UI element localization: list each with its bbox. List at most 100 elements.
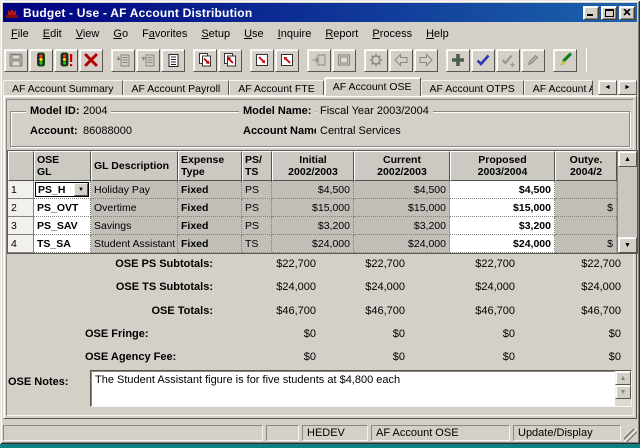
cell-proposed-input[interactable]: $15,000	[450, 199, 555, 217]
row-header: 4	[8, 235, 34, 253]
totals-value: $46,700	[415, 305, 515, 317]
arrow-down-icon: ▼	[624, 242, 631, 249]
menu-report[interactable]: Report	[318, 26, 365, 42]
process-button	[364, 49, 388, 72]
notes-scrollbar[interactable]: ▲ ▼	[615, 371, 631, 406]
highlight-button[interactable]	[553, 49, 577, 72]
ose-notes-text[interactable]: The Student Assistant figure is for five…	[91, 371, 615, 406]
grid-header-ps-ts: PS/ TS	[242, 151, 272, 181]
tab-af-account-summary[interactable]: AF Account Summary	[3, 80, 123, 96]
transfer-icon	[311, 52, 327, 68]
table-icon	[336, 52, 352, 68]
ose-gl-combobox[interactable]: PS_H ▼	[34, 181, 91, 199]
ose-notes-field[interactable]: The Student Assistant figure is for five…	[90, 370, 632, 407]
menu-setup[interactable]: Setup	[194, 26, 237, 42]
toolbar	[4, 45, 636, 75]
grid-header-rownum	[8, 151, 34, 181]
menu-process[interactable]: Process	[365, 26, 419, 42]
tab-af-account-fte[interactable]: AF Account FTE	[229, 80, 323, 96]
cell-expense-type: Fixed	[178, 235, 242, 253]
post-button[interactable]	[29, 49, 53, 72]
menu-favorites[interactable]: Favorites	[135, 26, 194, 42]
window-title: Budget - Use - AF Account Distribution	[23, 6, 581, 20]
menu-view[interactable]: View	[69, 26, 107, 42]
insert-below-button	[136, 49, 160, 72]
forward-arrow-icon	[418, 52, 434, 68]
menu-edit[interactable]: Edit	[36, 26, 69, 42]
totals-value: $24,000	[305, 281, 405, 293]
cell-proposed-input[interactable]: $4,500	[450, 181, 555, 199]
maximize-icon	[605, 9, 614, 17]
menu-use[interactable]: Use	[237, 26, 271, 42]
scroll-down-button[interactable]: ▼	[615, 385, 631, 399]
totals-value: $22,700	[415, 258, 515, 270]
tab-scroll-left-button[interactable]: ◄	[598, 80, 617, 95]
account-label: Account:	[26, 125, 82, 138]
confirm-button[interactable]	[471, 49, 495, 72]
grid-header-outyear: Outye. 2004/2	[555, 151, 617, 181]
drill-up-button[interactable]	[275, 49, 299, 72]
tab-scroll-right-button[interactable]: ►	[618, 80, 637, 95]
grid-vertical-scrollbar[interactable]: ▲ ▼	[617, 151, 637, 253]
traffic-light-alert-icon	[58, 52, 74, 68]
close-button[interactable]	[619, 6, 635, 20]
menu-help[interactable]: Help	[419, 26, 456, 42]
tab-af-account-ose[interactable]: AF Account OSE	[324, 77, 421, 96]
title-bar[interactable]: Budget - Use - AF Account Distribution	[3, 3, 637, 22]
totals-label: OSE TS Subtotals:	[8, 281, 213, 293]
back-arrow-icon	[393, 52, 409, 68]
toolbar-separator	[586, 48, 587, 72]
drill-up-icon	[279, 52, 295, 68]
save-icon	[8, 52, 24, 68]
status-panel-system: HEDEV	[302, 425, 368, 441]
delete-button[interactable]	[79, 49, 103, 72]
add-button[interactable]	[446, 49, 470, 72]
combobox-dropdown-button[interactable]: ▼	[74, 183, 88, 196]
scroll-up-button[interactable]: ▲	[615, 371, 631, 385]
drill-down-button[interactable]	[250, 49, 274, 72]
cell-initial: $24,000	[272, 235, 354, 253]
cell-outyear	[555, 181, 617, 199]
arrow-left-icon: ◄	[604, 84, 611, 91]
close-icon	[623, 9, 631, 16]
traffic-light-icon	[33, 52, 49, 68]
tab-af-account-otps[interactable]: AF Account OTPS	[421, 80, 524, 96]
copy-next-icon	[197, 52, 213, 68]
cell-current: $3,200	[354, 217, 450, 235]
menu-inquire[interactable]: Inquire	[271, 26, 319, 42]
cell-ose-gl[interactable]: PS_SAV	[34, 217, 91, 235]
totals-value: $22,700	[521, 258, 621, 270]
drill-down-icon	[254, 52, 270, 68]
minimize-button[interactable]	[583, 6, 599, 20]
totals-value: $24,000	[521, 281, 621, 293]
cell-ps-ts: PS	[242, 199, 272, 217]
edit-pencil-icon	[525, 52, 541, 68]
tab-af-account-payroll[interactable]: AF Account Payroll	[123, 80, 230, 96]
status-panel-mode: Update/Display	[513, 425, 621, 441]
resize-grip[interactable]	[624, 429, 637, 442]
post-alert-button[interactable]	[54, 49, 78, 72]
totals-value: $22,700	[216, 258, 316, 270]
menu-file[interactable]: File	[4, 26, 36, 42]
insert-above-button	[111, 49, 135, 72]
arrow-down-icon: ▼	[620, 389, 627, 396]
copy-previous-button[interactable]	[218, 49, 242, 72]
save-button	[4, 49, 28, 72]
grid-header-proposed: Proposed 2003/2004	[450, 151, 555, 181]
menu-go[interactable]: Go	[106, 26, 135, 42]
scroll-down-button[interactable]: ▼	[618, 237, 637, 253]
cell-proposed-input[interactable]: $3,200	[450, 217, 555, 235]
scrollbar-track[interactable]	[618, 167, 637, 237]
cell-ps-ts: PS	[242, 181, 272, 199]
maximize-button[interactable]	[601, 6, 617, 20]
cell-proposed-input[interactable]: $24,000	[450, 235, 555, 253]
cell-ose-gl[interactable]: TS_SA	[34, 235, 91, 253]
scroll-up-button[interactable]: ▲	[618, 151, 637, 167]
tab-af-account-adjustments[interactable]: AF Account Adjustme	[524, 80, 593, 96]
list-button[interactable]	[161, 49, 185, 72]
cell-initial: $15,000	[272, 199, 354, 217]
insert-below-icon	[140, 52, 156, 68]
copy-next-button[interactable]	[193, 49, 217, 72]
cell-ose-gl[interactable]: PS_OVT	[34, 199, 91, 217]
insert-above-icon	[115, 52, 131, 68]
